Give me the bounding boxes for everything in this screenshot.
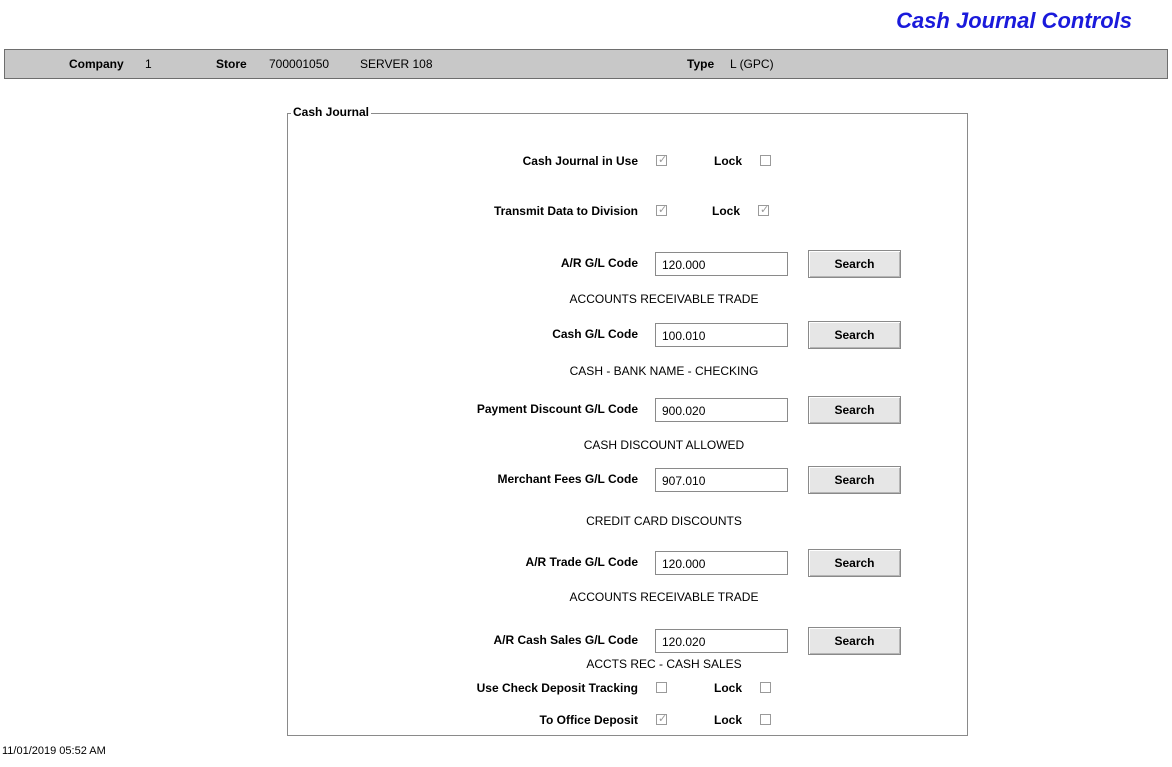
use-check-deposit-checkbox[interactable] xyxy=(656,682,667,693)
cash-journal-legend: Cash Journal xyxy=(291,105,372,119)
ar-gl-search-button[interactable]: Search xyxy=(808,250,901,278)
search-button-label: Search xyxy=(834,556,875,570)
payment-discount-gl-description: CASH DISCOUNT ALLOWED xyxy=(583,438,745,452)
type-value: L (GPC) xyxy=(730,57,774,71)
checkmark-icon: ✓ xyxy=(658,204,668,216)
ar-cash-sales-gl-description: ACCTS REC - CASH SALES xyxy=(586,657,742,671)
search-button-label: Search xyxy=(834,634,875,648)
transmit-data-lock-checkbox[interactable]: ✓ xyxy=(758,204,770,216)
store-number: 700001050 xyxy=(269,57,330,71)
merchant-fees-gl-code-label: Merchant Fees G/L Code xyxy=(497,472,638,486)
lock-label: Lock xyxy=(712,204,741,218)
lock-label: Lock xyxy=(714,154,743,168)
merchant-fees-gl-search-button[interactable]: Search xyxy=(808,466,901,494)
lock-label: Lock xyxy=(714,713,743,727)
checkmark-icon: ✓ xyxy=(658,713,668,725)
cash-gl-search-button[interactable]: Search xyxy=(808,321,901,349)
search-button-label: Search xyxy=(834,328,875,342)
ar-trade-gl-code-label: A/R Trade G/L Code xyxy=(525,555,638,569)
ar-cash-sales-gl-code-input[interactable]: 120.020 xyxy=(655,629,788,653)
ar-gl-code-label: A/R G/L Code xyxy=(560,256,638,270)
ar-gl-code-input[interactable]: 120.000 xyxy=(655,252,788,276)
cash-gl-description: CASH - BANK NAME - CHECKING xyxy=(569,364,759,378)
ar-gl-description: ACCOUNTS RECEIVABLE TRADE xyxy=(569,292,759,306)
company-label: Company xyxy=(69,57,124,71)
company-value: 1 xyxy=(145,57,152,71)
search-button-label: Search xyxy=(834,257,875,271)
to-office-deposit-checkbox[interactable]: ✓ xyxy=(656,713,668,725)
ar-trade-gl-search-button[interactable]: Search xyxy=(808,549,901,577)
ar-cash-sales-gl-search-button[interactable]: Search xyxy=(808,627,901,655)
transmit-data-label: Transmit Data to Division xyxy=(493,204,638,218)
footer-timestamp: 11/01/2019 05:52 AM xyxy=(2,745,106,757)
payment-discount-gl-search-button[interactable]: Search xyxy=(808,396,901,424)
use-check-deposit-label: Use Check Deposit Tracking xyxy=(476,681,638,695)
info-bar: Company 1 Store 700001050 SERVER 108 Typ… xyxy=(4,49,1168,79)
store-label: Store xyxy=(216,57,247,71)
cash-journal-in-use-label: Cash Journal in Use xyxy=(522,154,638,168)
search-button-label: Search xyxy=(834,403,875,417)
cash-gl-code-input[interactable]: 100.010 xyxy=(655,323,788,347)
cash-journal-in-use-checkbox[interactable]: ✓ xyxy=(656,154,668,166)
payment-discount-gl-code-label: Payment Discount G/L Code xyxy=(476,402,638,416)
merchant-fees-gl-description: CREDIT CARD DISCOUNTS xyxy=(586,514,742,528)
cash-journal-in-use-lock-checkbox[interactable] xyxy=(760,155,771,166)
store-name: SERVER 108 xyxy=(360,57,433,71)
search-button-label: Search xyxy=(834,473,875,487)
transmit-data-checkbox[interactable]: ✓ xyxy=(656,204,668,216)
page-title: Cash Journal Controls xyxy=(896,8,1132,33)
to-office-deposit-lock-checkbox[interactable] xyxy=(760,714,771,725)
ar-cash-sales-gl-code-label: A/R Cash Sales G/L Code xyxy=(493,633,639,647)
checkmark-icon: ✓ xyxy=(760,204,770,216)
ar-trade-gl-code-input[interactable]: 120.000 xyxy=(655,551,788,575)
to-office-deposit-label: To Office Deposit xyxy=(539,713,638,727)
payment-discount-gl-code-input[interactable]: 900.020 xyxy=(655,398,788,422)
merchant-fees-gl-code-input[interactable]: 907.010 xyxy=(655,468,788,492)
type-label: Type xyxy=(687,57,715,71)
cash-gl-code-label: Cash G/L Code xyxy=(552,327,638,341)
lock-label: Lock xyxy=(714,681,743,695)
checkmark-icon: ✓ xyxy=(658,154,668,166)
use-check-deposit-lock-checkbox[interactable] xyxy=(760,682,771,693)
ar-trade-gl-description: ACCOUNTS RECEIVABLE TRADE xyxy=(569,590,759,604)
